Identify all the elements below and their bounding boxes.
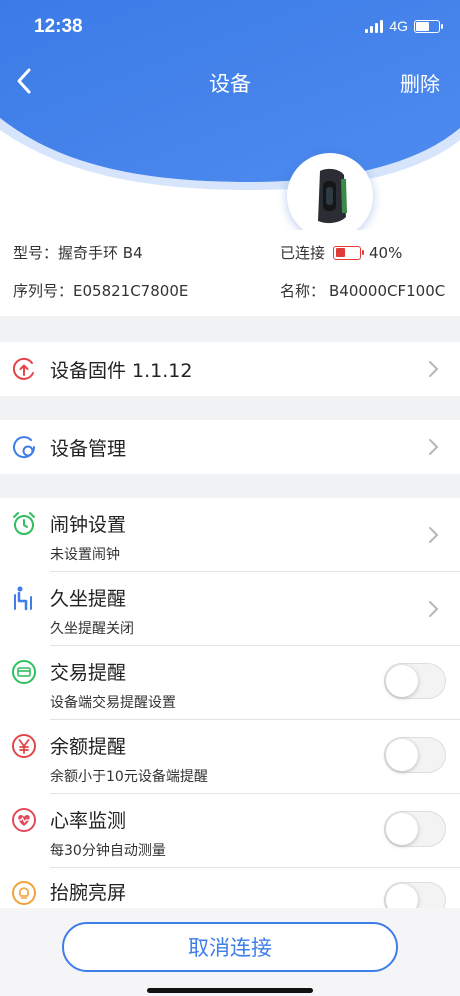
lightbulb-icon [12,881,36,905]
heart-rate-item: 心率监测 每30分钟自动测量 [0,794,460,867]
name-value: B40000CF100C [329,281,446,300]
connection-info: 已连接 40% [280,242,402,263]
serial-info: 序列号：E05821C7800E [13,280,188,301]
chevron-right-icon [429,361,439,377]
chevron-right-icon [429,601,439,617]
device-info-panel: 型号：握奇手环 B4 已连接 40% 序列号：E05821C7800E 名称： B… [0,230,460,316]
info-row-model: 型号：握奇手环 B4 已连接 40% [0,242,460,266]
firmware-card: 设备固件 1.1.12 [0,342,460,396]
sitting-person-icon [14,586,32,611]
status-indicators: 4G [365,18,443,34]
name-info: 名称： B40000CF100C [280,280,445,301]
connection-status: 已连接 [280,244,326,262]
status-bar: 12:38 4G [0,0,460,52]
alarm-setting-item[interactable]: 闹钟设置 未设置闹钟 [0,498,460,571]
wrist-raise-toggle[interactable] [384,882,446,908]
setting-title: 久坐提醒 [50,588,127,610]
disconnect-button[interactable]: 取消连接 [62,922,398,972]
serial-value: E05821C7800E [73,282,189,300]
battery-percent: 40% [369,243,403,262]
setting-title: 交易提醒 [50,662,127,684]
network-type: 4G [389,18,408,34]
setting-title: 余额提醒 [50,736,127,758]
home-indicator [147,988,313,993]
serial-label: 序列号： [13,282,74,300]
delete-button[interactable]: 删除 [400,68,440,97]
model-value: 握奇手环 B4 [58,244,143,262]
setting-subtitle: 每30分钟自动测量 [50,843,166,859]
management-title: 设备管理 [50,438,127,460]
firmware-update-icon [12,357,34,380]
firmware-title: 设备固件 1.1.12 [50,360,193,382]
settings-card: 闹钟设置 未设置闹钟 久坐提醒 久坐提醒关闭 交易提醒 设备端交易提醒设置 余额… [0,498,460,908]
setting-title: 心率监测 [50,810,127,832]
battery-icon [414,19,443,33]
setting-subtitle: 设备端交易提醒设置 [50,695,176,711]
chevron-right-icon [429,439,439,455]
device-image [287,153,373,239]
balance-reminder-item: 余额提醒 余额小于10元设备端提醒 [0,720,460,793]
device-management-item[interactable]: 设备管理 [0,420,460,474]
firmware-item[interactable]: 设备固件 1.1.12 [0,342,460,396]
model-label: 型号： [13,244,59,262]
transaction-card-icon [12,660,36,684]
setting-subtitle: 余额小于10元设备端提醒 [50,769,208,785]
sedentary-reminder-item[interactable]: 久坐提醒 久坐提醒关闭 [0,572,460,645]
wristband-icon [318,168,347,224]
nav-bar: 设备 删除 [0,56,460,106]
transaction-reminder-item: 交易提醒 设备端交易提醒设置 [0,646,460,719]
wrist-raise-item: 抬腕亮屏 [0,868,460,908]
status-time: 12:38 [34,16,83,37]
chevron-right-icon [429,527,439,543]
header: 12:38 4G 设备 删除 [0,0,460,250]
balance-toggle[interactable] [384,737,446,773]
transaction-toggle[interactable] [384,663,446,699]
device-management-icon [13,436,36,459]
management-card: 设备管理 [0,420,460,474]
yuan-currency-icon [12,734,36,758]
setting-title: 闹钟设置 [50,514,127,536]
signal-icon [365,19,384,33]
heart-rate-icon [12,808,36,832]
model-info: 型号：握奇手环 B4 [13,242,143,263]
alarm-clock-icon [13,512,35,535]
setting-subtitle: 久坐提醒关闭 [50,621,134,637]
heart-rate-toggle[interactable] [384,811,446,847]
name-label: 名称： [280,282,326,300]
bottom-bar: 取消连接 [0,908,460,996]
device-battery-icon [333,245,365,260]
setting-title: 抬腕亮屏 [50,882,127,904]
page-title: 设备 [209,72,251,96]
setting-subtitle: 未设置闹钟 [50,547,120,563]
info-row-serial: 序列号：E05821C7800E 名称： B40000CF100C [0,280,460,304]
